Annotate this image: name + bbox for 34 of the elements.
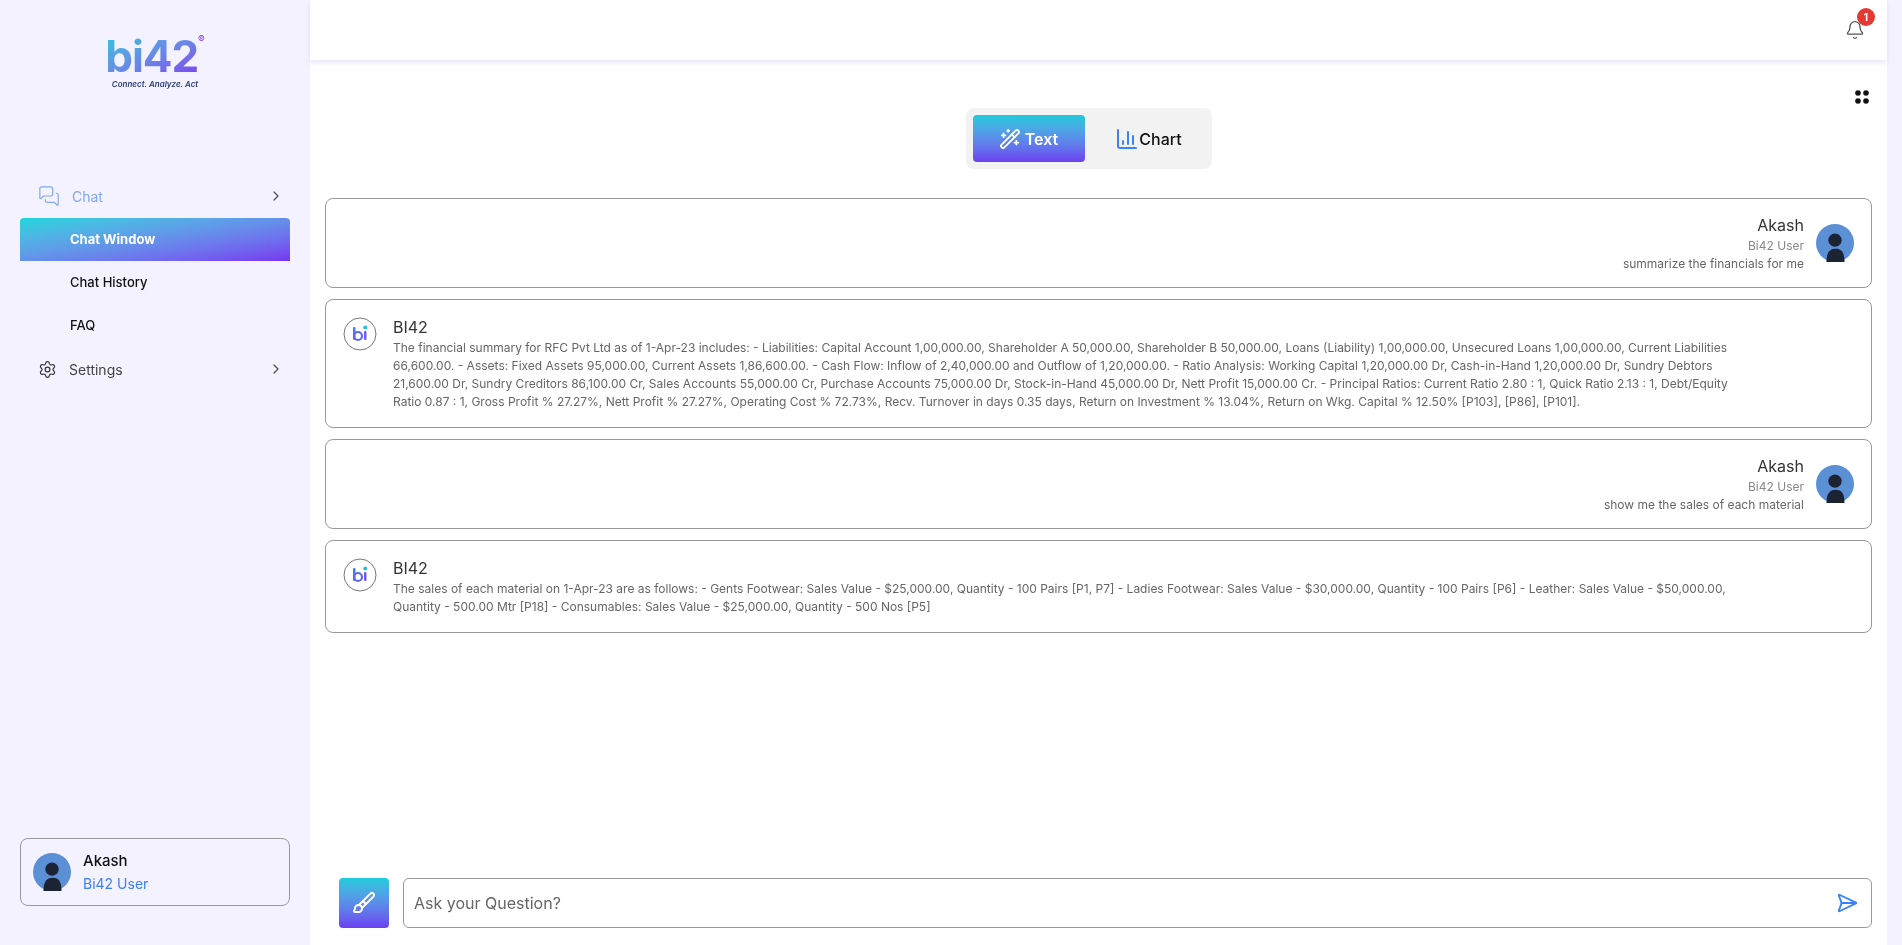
- sender-role: Bi42 User: [1748, 478, 1804, 496]
- magic-wand-icon: [998, 127, 1021, 150]
- registered-mark: ®: [198, 34, 205, 44]
- nav-item[interactable]: Settings: [0, 347, 310, 391]
- notification-bell-icon[interactable]: [1845, 20, 1865, 40]
- sender-name: BI42: [393, 316, 429, 339]
- message-text: The sales of each material on 1-Apr-23 are as follows: - Gents Footwear: Sales Value - $25,000.00, Quantity - 100 Pairs [P1, P7] - Ladies Footwear: Sales Value - $30,000.00, Quantity - 100 Pairs [P6] - Leather: Sales Value - $50,000.00, Quantity - 500.00 Mtr [P18] - Consumables: Sales Value - $25,000.00, Quantity - 500 Nos [P5]: [393, 580, 1727, 616]
- avatar-icon: [33, 853, 71, 891]
- question-input[interactable]: Ask your Question?: [403, 878, 1872, 928]
- chat-bubbles-icon: [38, 185, 60, 207]
- user-name: Akash: [83, 850, 129, 873]
- avatar-icon: [1816, 224, 1854, 262]
- sender-name: BI42: [393, 557, 429, 580]
- user-card[interactable]: Akash Bi42 User: [20, 838, 290, 906]
- nav-subitem[interactable]: FAQ: [20, 304, 290, 347]
- avatar-icon: [1816, 465, 1854, 503]
- sender-name: Akash: [1757, 214, 1804, 237]
- message-text: show me the sales of each material: [1603, 496, 1804, 514]
- sender-name: Akash: [1757, 455, 1804, 478]
- message-text: summarize the financials for me: [1622, 255, 1804, 273]
- notification-badge: 1: [1857, 8, 1875, 26]
- mode-tab[interactable]: Chart: [1092, 115, 1205, 162]
- logo-tagline: Connect. Analyze. Act: [111, 78, 199, 90]
- clear-chat-button[interactable]: [339, 878, 389, 928]
- send-icon[interactable]: [1836, 892, 1858, 914]
- nav-subitem[interactable]: Chat History: [20, 261, 290, 304]
- bar-chart-icon: [1115, 126, 1140, 151]
- sender-role: Bi42 User: [1748, 237, 1804, 255]
- bot-logo-icon: [343, 558, 377, 592]
- bot-logo-icon: [343, 317, 377, 351]
- user-role: Bi42 User: [83, 873, 149, 894]
- message-text: The financial summary for RFC Pvt Ltd as of 1-Apr-23 includes: - Liabilities: Capital Account 1,00,000.00, Shareholder A 50,000.00, Shareholder B 50,000.00, Loans (Liability) 1,00,000.00, Unsecured Loans 1,00,000.00, Current Liabilities 66,600.00. - Assets: Fixed Assets 95,000.00, Current Assets 1,86,600.00. - Cash Flow: Inflow of 2,40,000.00 and Outflow of 1,20,000.00. - Ratio Analysis: Working Capital 1,20,000.00 Dr, Cash-in-Hand 1,20,000.00 Dr, Sundry Debtors 21,600.00 Dr, Sundry Creditors 86,100.00 Cr, Sales Accounts 55,000.00 Cr, Purchase Accounts 75,000.00 Dr, Stock-in-Hand 45,000.00 Dr, Nett Profit 15,000.00 Cr. - Principal Ratios: Current Ratio 2.80 : 1, Quick Ratio 2.13 : 1, Debt/Equity Ratio 0.87 : 1, Gross Profit % 27.27%, Nett Profit % 27.27%, Operating Cost % 72.73%, Recv. Turnover in days 0.35 days, Return on Investment % 13.04%, Return on Wkg. Capital % 12.50% [P103], [P86], [P101].: [393, 339, 1729, 411]
- grid-dots-icon[interactable]: [1855, 90, 1869, 104]
- settings-icon: [38, 359, 57, 379]
